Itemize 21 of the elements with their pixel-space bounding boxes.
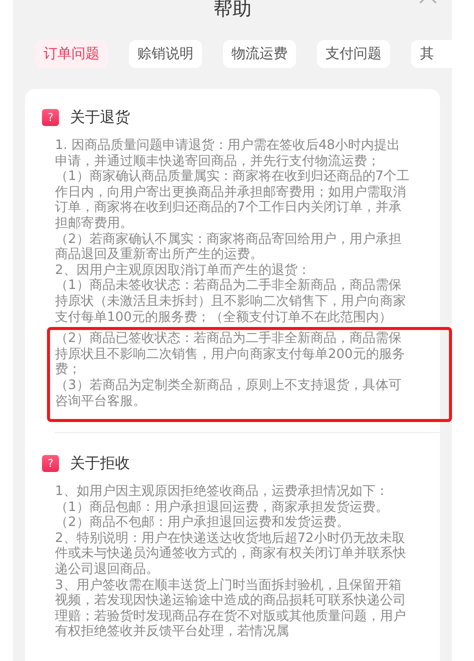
help-paragraph: （3）若商品为定制类全新商品，原则上不支持退货，具体可咨询平台客服。 [55,378,402,410]
help-paragraph: （2）若商家确认不属实：商家将商品寄回给用户，用户承担商品退回及重新寄出所产生的运费。 [55,232,402,263]
help-paragraph: （2）商品不包邮：用户承担退回运费和发货运费。 [55,515,350,531]
section-title: 关于退货 [70,108,130,127]
category-tab[interactable]: 支付问题 [317,40,390,68]
section-title: 关于拒收 [70,454,130,474]
help-paragraph: 2、特别说明：用户在快递送达收货地后超72小时仍无故未取件或未与快递员沟通签收方式的，商家有权关闭订单并联系快递公司退回商品。 [55,530,407,578]
category-tab[interactable]: 订单问题 [35,40,108,68]
help-paragraph: （1）商家确认商品质量属实：商家将在收到归还商品的7个工作日内，向用户寄出更换商品并承担邮寄费用；如用户需取消订单，商家将在收到归还商品的7个工作日内关闭订单，并承担邮寄费用。 [55,169,411,232]
question-icon: ? [42,109,59,126]
help-paragraph: 3、用户签收需在顺丰送货上门时当面拆封验机，且保留开箱视频，若发现因快递运输途中造成的商品损耗可联系快递公司理赔；若验货时发现商品存在货不对版或其他质量问题，用户有权拒绝签收并反馈平台处理，若情况属 [55,578,407,640]
help-paragraph: （1）商品包邮：用户承担退回运费，商家承担发货运费。 [55,500,390,515]
help-paragraph: 2、因用户主观原因取消订单而产生的退货： [55,262,312,278]
help-paragraph: 1. 因商品质量问题申请退货：用户需在签收后48小时内提出申请，并通过顺丰快递寄回商品，并先行支付物流运费； [55,138,402,169]
help-paragraph: 1、如用户因主观原因拒绝签收商品，运费承担情况如下： [55,484,390,500]
question-icon: ? [42,455,59,472]
category-tab[interactable]: 其 [411,40,452,68]
help-paragraph: （2）商品已签收状态：若商品为二手非全新商品，商品需保持原状且不影响二次销售，用户向商家支付每单200元的服务费； [55,331,406,378]
help-paragraph: （1）商品未签收状态：若商品为二手非全新商品，商品需保持原状（未激活且未拆封）且不影响二次销售下，用户向商家支付每单100元的服务费；（全额支付订单不在此范围内） [55,278,407,326]
category-tab[interactable]: 物流运费 [223,40,296,68]
category-tab[interactable]: 赊销说明 [129,40,202,68]
